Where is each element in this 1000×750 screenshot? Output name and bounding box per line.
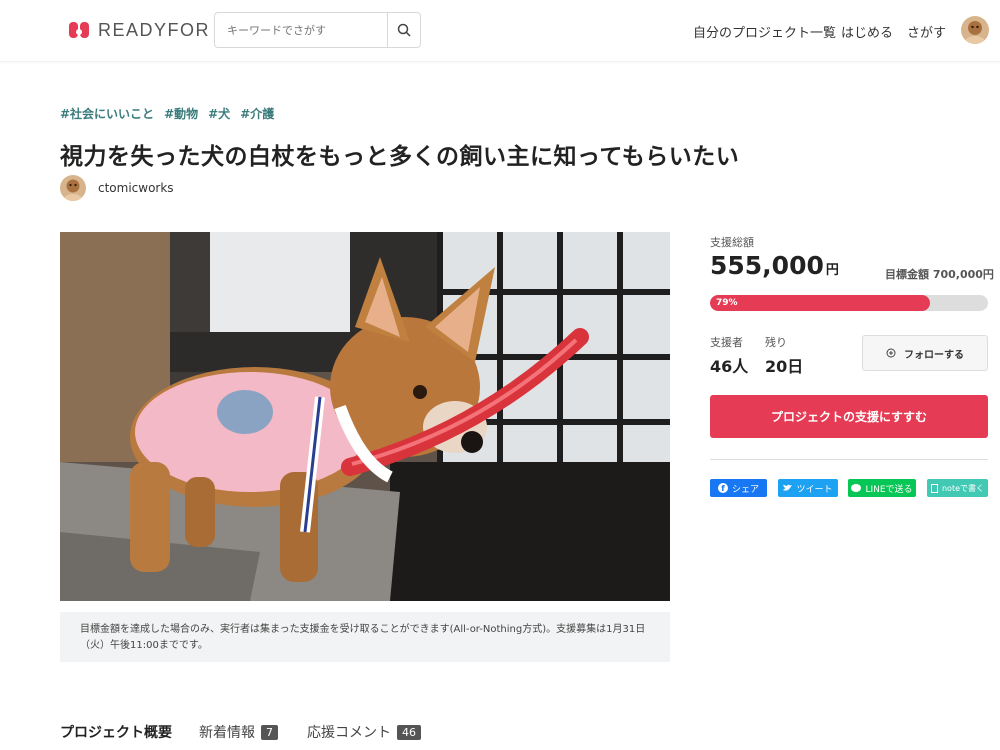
follow-button[interactable]: フォローする — [862, 335, 988, 371]
twitter-icon — [783, 484, 793, 491]
note-share-button[interactable]: noteで書く — [927, 479, 988, 497]
search-input[interactable] — [215, 13, 387, 47]
divider — [710, 459, 988, 460]
twitter-share-button[interactable]: ツイート — [778, 479, 838, 497]
tag-link[interactable]: #社会にいいこと — [60, 105, 154, 122]
user-avatar[interactable] — [961, 16, 989, 44]
line-share-label: LINEで送る — [865, 484, 913, 495]
search-button[interactable] — [387, 13, 420, 47]
nav-my-projects[interactable]: 自分のプロジェクト一覧 — [693, 22, 836, 41]
backers-value: 46人 — [710, 357, 749, 376]
total-label: 支援総額 — [710, 236, 754, 249]
search-icon — [397, 23, 411, 37]
project-owner[interactable]: ctomicworks — [60, 175, 174, 201]
goal-amount: 目標金額 700,000円 — [885, 268, 994, 281]
progress-fill: 79% — [710, 295, 930, 311]
twitter-share-label: ツイート — [796, 484, 833, 495]
tab-label: 応援コメント — [307, 725, 391, 741]
project-main-image — [60, 232, 670, 601]
nav-search[interactable]: さがす — [907, 22, 946, 41]
site-header: READYFOR 自分のプロジェクト一覧 はじめる さがす — [0, 0, 1000, 62]
project-tags: #社会にいいこと #動物 #犬 #介護 — [60, 105, 274, 122]
tab-overview[interactable]: プロジェクト概要 — [60, 722, 172, 742]
tab-label: プロジェクト概要 — [60, 725, 172, 741]
tab-comments[interactable]: 応援コメント 46 — [307, 722, 421, 742]
tab-updates[interactable]: 新着情報 7 — [199, 722, 278, 742]
nav-start[interactable]: はじめる — [841, 22, 893, 41]
line-icon — [851, 484, 862, 492]
owner-avatar[interactable] — [60, 175, 86, 201]
line-share-button[interactable]: LINEで送る — [848, 479, 916, 497]
note-share-label: noteで書く — [941, 483, 985, 493]
tab-label: 新着情報 — [199, 725, 255, 741]
tag-link[interactable]: #犬 — [208, 105, 230, 122]
total-value: 555,000 — [710, 251, 824, 280]
note-icon — [930, 483, 938, 493]
total-amount: 555,000 円 — [710, 251, 839, 280]
all-or-nothing-note: 目標金額を達成した場合のみ、実行者は集まった支援金を受け取ることができます(Al… — [60, 612, 670, 662]
owner-name[interactable]: ctomicworks — [98, 181, 174, 195]
project-title: 視力を失った犬の白杖をもっと多くの飼い主に知ってもらいたい — [60, 144, 740, 170]
follow-icon — [886, 348, 896, 358]
remaining-value: 20日 — [765, 357, 804, 376]
facebook-share-button[interactable]: f シェア — [710, 479, 767, 497]
facebook-share-label: シェア — [731, 484, 759, 495]
facebook-icon: f — [717, 483, 728, 493]
backers-label: 支援者 — [710, 336, 743, 349]
funding-progress-bar: 79% — [710, 295, 988, 311]
readyfor-logo-icon — [68, 19, 90, 41]
comments-count-badge: 46 — [397, 724, 421, 740]
site-logo[interactable]: READYFOR — [68, 19, 210, 41]
follow-label: フォローする — [904, 349, 964, 361]
tag-link[interactable]: #介護 — [240, 105, 274, 122]
updates-count-badge: 7 — [261, 724, 278, 740]
logo-text: READYFOR — [98, 19, 211, 40]
search-box — [214, 12, 421, 48]
remaining-label: 残り — [765, 336, 787, 349]
tag-link[interactable]: #動物 — [164, 105, 198, 122]
currency-unit: 円 — [825, 263, 839, 278]
support-project-button[interactable]: プロジェクトの支援にすすむ — [710, 395, 988, 438]
